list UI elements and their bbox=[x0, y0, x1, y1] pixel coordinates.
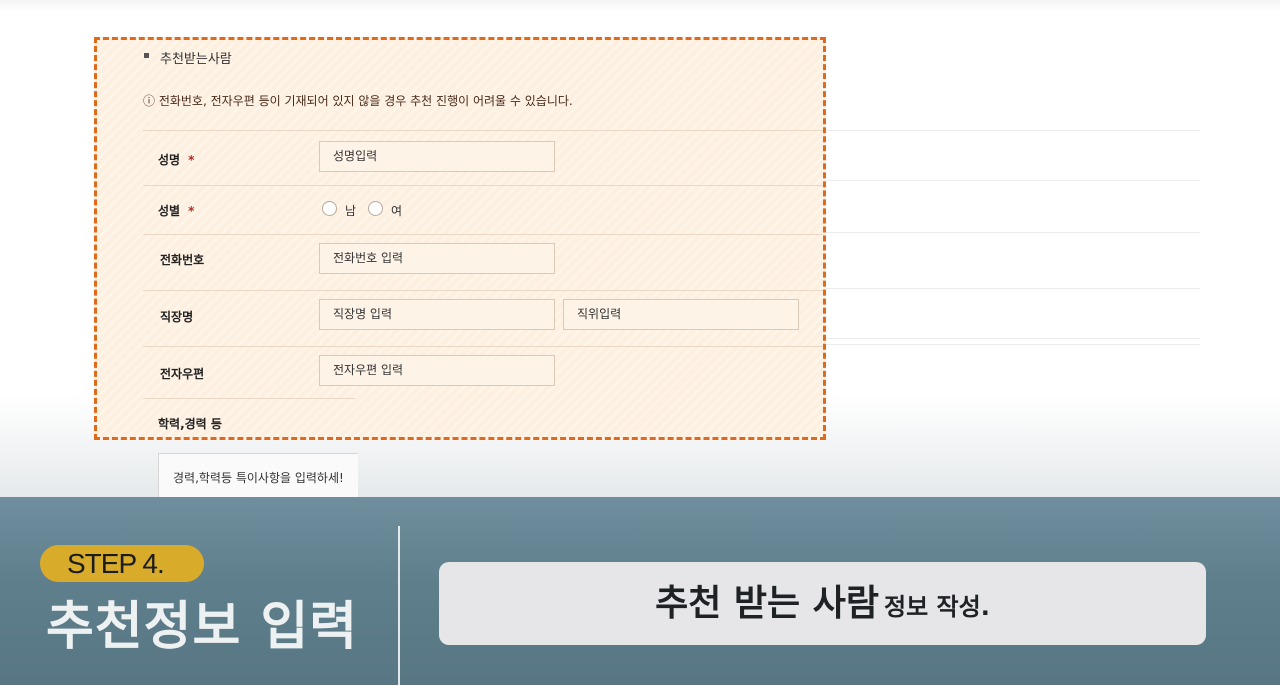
required-mark: * bbox=[188, 204, 195, 218]
phone-label: 전화번호 bbox=[160, 253, 205, 267]
required-mark: * bbox=[188, 153, 195, 167]
row-divider bbox=[143, 185, 823, 186]
row-divider bbox=[143, 130, 823, 131]
row-divider bbox=[143, 290, 823, 291]
email-input[interactable]: 전자우편 입력 bbox=[319, 355, 555, 386]
career-textarea[interactable]: 경력,학력등 특이사항을 입력하세! bbox=[158, 453, 358, 499]
career-label: 학력,경력 등 bbox=[158, 417, 222, 431]
name-input[interactable]: 성명입력 bbox=[319, 141, 555, 172]
phone-input[interactable]: 전화번호 입력 bbox=[319, 243, 555, 274]
section-title-text: 추천받는사람 bbox=[160, 52, 232, 67]
gender-male-label[interactable]: 남 bbox=[345, 202, 356, 219]
gender-label: 성별 * bbox=[158, 202, 194, 219]
position-input[interactable]: 직위입력 bbox=[563, 299, 799, 330]
caption-divider bbox=[398, 526, 400, 685]
row-divider bbox=[143, 234, 823, 235]
gender-male-radio[interactable] bbox=[322, 201, 337, 216]
workplace-label: 직장명 bbox=[160, 310, 194, 324]
gender-female-radio[interactable] bbox=[368, 201, 383, 216]
step-title: 추천정보 입력 bbox=[46, 597, 359, 657]
bullet-icon bbox=[144, 53, 149, 58]
info-notice: ⓘ 전화번호, 전자우편 등이 기재되어 있지 않을 경우 추천 진행이 어려울… bbox=[143, 94, 573, 108]
workplace-input[interactable]: 직장명 입력 bbox=[319, 299, 555, 330]
row-divider bbox=[143, 346, 823, 347]
gender-female-label[interactable]: 여 bbox=[391, 202, 402, 219]
name-label: 성명 * bbox=[158, 151, 194, 168]
step-badge: STEP 4. bbox=[40, 545, 204, 582]
background-page-top bbox=[0, 0, 1280, 12]
section-title: 추천받는사람 bbox=[144, 48, 232, 67]
email-label: 전자우편 bbox=[160, 367, 205, 381]
recipient-form-highlight: 추천받는사람 ⓘ 전화번호, 전자우편 등이 기재되어 있지 않을 경우 추천 … bbox=[94, 37, 826, 440]
caption-main: 추천 받는 사람 bbox=[655, 583, 879, 624]
name-label-text: 성명 bbox=[158, 153, 181, 167]
caption-sub: 정보 작성. bbox=[884, 593, 990, 621]
row-divider bbox=[143, 398, 355, 399]
gender-label-text: 성별 bbox=[158, 204, 181, 218]
caption-box: 추천 받는 사람 정보 작성. bbox=[439, 562, 1206, 645]
